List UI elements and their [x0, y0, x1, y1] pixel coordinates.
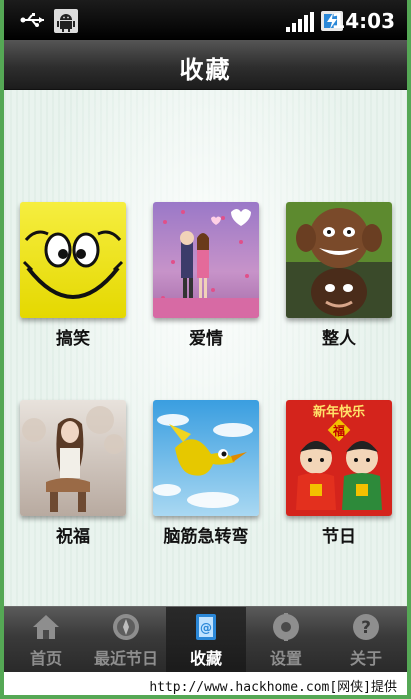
category-label: 整人 — [322, 329, 356, 349]
category-label: 爱情 — [189, 329, 223, 349]
nav-label: 首页 — [29, 649, 62, 668]
svg-text:@: @ — [200, 621, 212, 635]
category-label: 祝福 — [56, 527, 90, 547]
category-tile-funny[interactable]: 搞笑 — [20, 202, 126, 349]
bottom-nav: 首页 最近节日 @ 收藏 设置 ? 关于 — [4, 606, 407, 673]
title-bar: 收藏 — [4, 40, 407, 90]
settings-icon — [273, 613, 299, 641]
watermark-footer: http://www.hackhome.com[网侠]提供 — [4, 672, 407, 695]
signal-icon — [286, 12, 314, 32]
compass-icon — [113, 614, 139, 640]
question-icon: ? — [353, 614, 379, 640]
nav-label: 收藏 — [189, 649, 222, 668]
category-label: 搞笑 — [56, 329, 90, 349]
category-tile-prank[interactable]: 整人 — [286, 202, 392, 349]
nav-label: 设置 — [269, 649, 302, 668]
couple-image — [153, 202, 259, 318]
nav-recent-festivals[interactable]: 最近节日 — [86, 607, 166, 673]
new-year-kids-image: 新年快乐 福 — [286, 400, 392, 516]
category-label: 脑筋急转弯 — [163, 527, 249, 547]
category-tile-riddles[interactable]: 脑筋急转弯 — [153, 400, 259, 547]
watermark-text: http://www.hackhome.com[网侠]提供 — [149, 680, 397, 695]
nav-favorites[interactable]: @ 收藏 — [166, 607, 246, 673]
favorites-grid: 搞笑 爱情 整人 祝福 脑筋急转弯 新年快乐 福 节日 — [4, 90, 407, 606]
nav-home[interactable]: 首页 — [6, 607, 86, 673]
nav-label: 最近节日 — [93, 649, 158, 668]
category-tile-love[interactable]: 爱情 — [153, 202, 259, 349]
new-year-text: 新年快乐 — [313, 404, 365, 420]
nav-label: 关于 — [349, 649, 382, 668]
category-tile-festival[interactable]: 新年快乐 福 节日 — [286, 400, 392, 547]
girl-sitting-image — [20, 400, 126, 516]
nav-settings[interactable]: 设置 — [246, 607, 326, 673]
svg-text:?: ? — [361, 618, 371, 638]
status-time: 14:03 — [331, 9, 395, 33]
page-title: 收藏 — [179, 56, 232, 84]
category-label: 节日 — [322, 527, 356, 547]
usb-icon — [20, 13, 44, 27]
home-icon — [33, 615, 59, 639]
fu-character: 福 — [332, 423, 345, 438]
android-debug-icon — [54, 9, 78, 33]
category-tile-blessing[interactable]: 祝福 — [20, 400, 126, 547]
smiley-face-image — [20, 202, 126, 318]
yellow-bird-image — [153, 400, 259, 516]
notebook-icon: @ — [196, 614, 216, 640]
nav-about[interactable]: ? 关于 — [326, 607, 406, 673]
caricature-image — [286, 202, 392, 318]
status-bar: 14:03 — [4, 0, 407, 40]
